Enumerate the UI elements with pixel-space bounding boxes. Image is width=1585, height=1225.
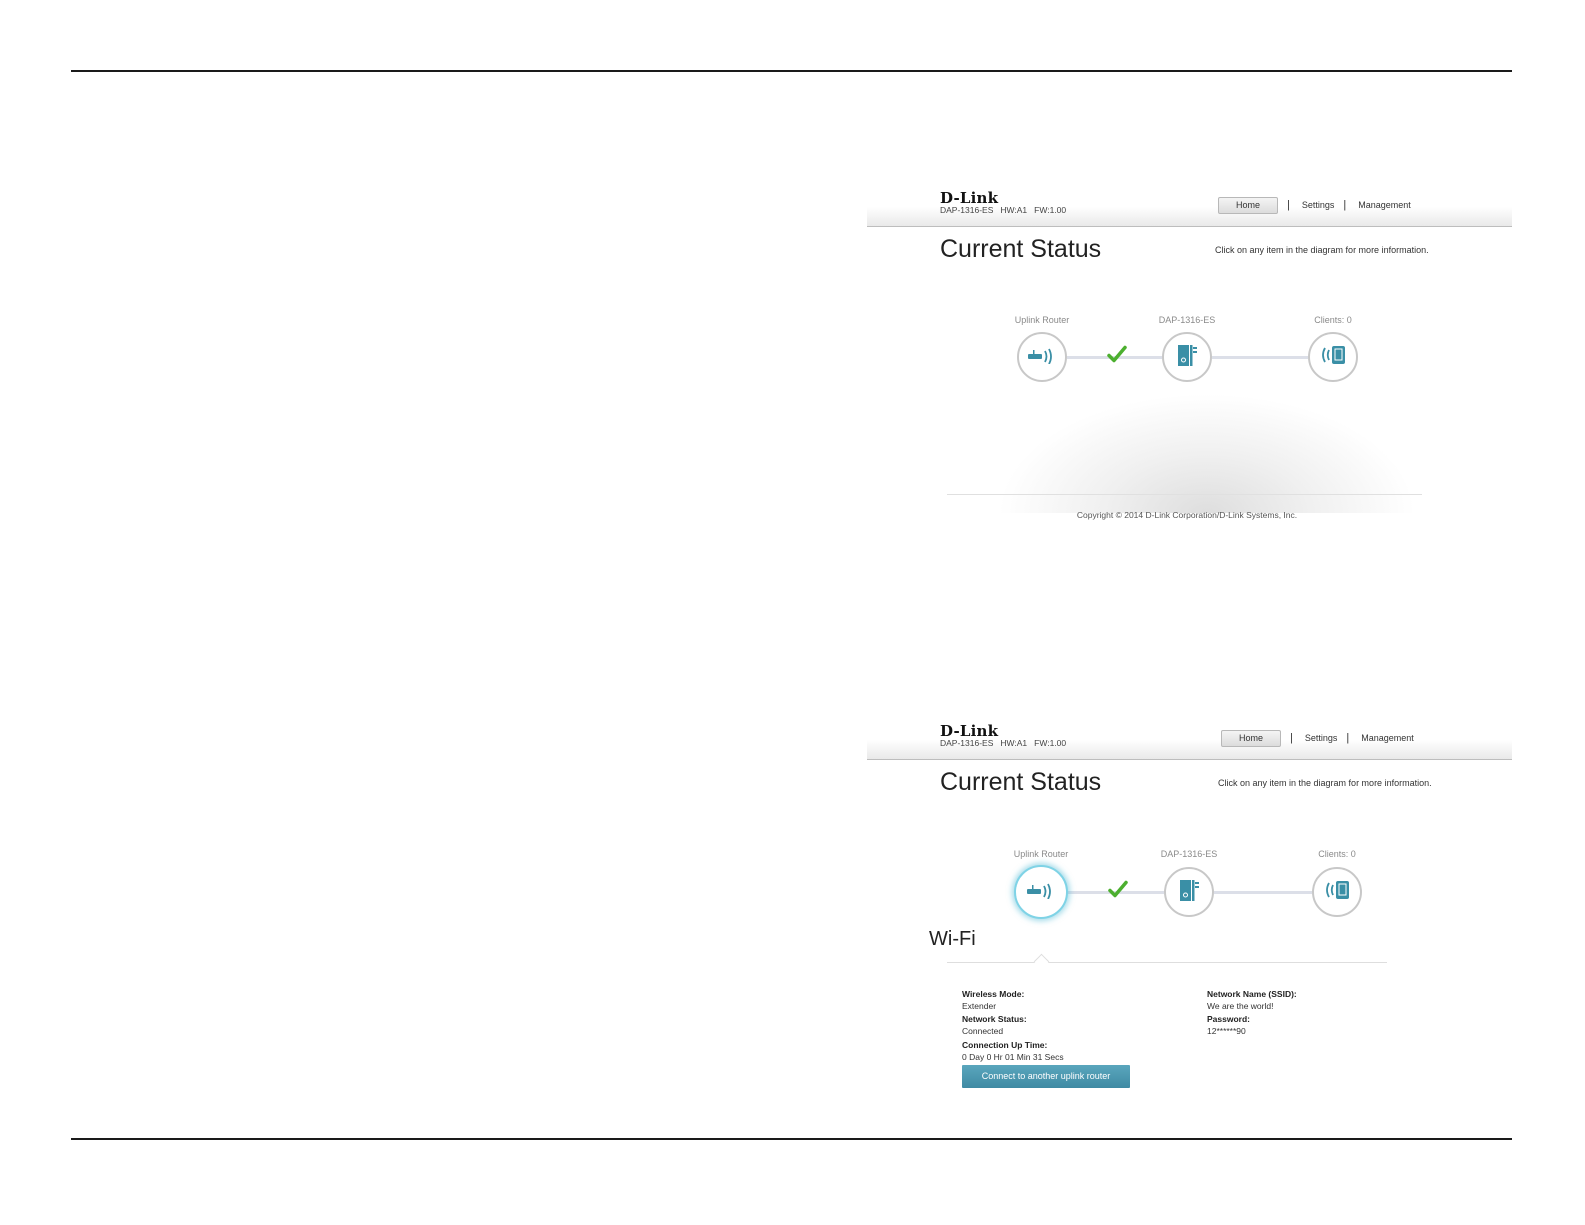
clients-label: Clients: 0	[1318, 849, 1356, 859]
nav-home-button[interactable]: Home	[1218, 197, 1278, 214]
ssid-label: Network Name (SSID):	[1207, 989, 1297, 999]
extender-node[interactable]	[1164, 867, 1214, 917]
connect-uplink-router-button[interactable]: Connect to another uplink router	[962, 1065, 1130, 1088]
password-field: Password: 12******90	[1207, 1013, 1250, 1037]
uplink-router-node[interactable]	[1017, 332, 1067, 382]
nav-separator: |	[1343, 199, 1347, 211]
header-bar: D-Link DAP-1316-ES HW:A1 FW:1.00 Home | Sett…	[867, 716, 1512, 760]
status-screenshot-wifi: D-Link DAP-1316-ES HW:A1 FW:1.00 Home | Sett…	[867, 716, 1512, 1106]
page-title: Current Status	[940, 235, 1102, 263]
wifi-panel-title: Wi-Fi	[929, 928, 976, 950]
device-info: DAP-1316-ES HW:A1 FW:1.00	[940, 738, 1073, 748]
fw-version: FW:1.00	[1034, 738, 1067, 748]
uptime-value: 0 Day 0 Hr 01 Min 31 Secs	[962, 1052, 1064, 1062]
clients-node[interactable]	[1308, 332, 1358, 382]
extender-icon	[1176, 342, 1198, 373]
top-nav: Home | Settings | Management	[1218, 197, 1411, 214]
page-bottom-rule	[71, 1138, 1512, 1140]
wireless-mode-field: Wireless Mode: Extender	[962, 988, 1024, 1012]
device-label: DAP-1316-ES	[1160, 849, 1218, 859]
page-title: Current Status	[940, 768, 1102, 796]
nav-separator: |	[1346, 732, 1350, 744]
uplink-router-node[interactable]	[1014, 865, 1068, 919]
extender-icon	[1178, 877, 1200, 908]
model-name: DAP-1316-ES	[940, 205, 994, 215]
router-icon	[1026, 881, 1056, 904]
ssid-field: Network Name (SSID): We are the world!	[1207, 988, 1297, 1012]
diagram-glow	[997, 393, 1417, 513]
hw-version: HW:A1	[1000, 738, 1028, 748]
check-icon	[1108, 880, 1128, 904]
clients-label: Clients: 0	[1314, 315, 1352, 325]
header-bar: D-Link DAP-1316-ES HW:A1 FW:1.00 Home | Sett…	[867, 183, 1512, 227]
diagram-hint: Click on any item in the diagram for mor…	[1218, 778, 1432, 788]
page-top-rule	[71, 70, 1512, 72]
wireless-mode-label: Wireless Mode:	[962, 989, 1025, 999]
nav-home-button[interactable]: Home	[1221, 730, 1281, 747]
wireless-client-icon	[1323, 879, 1351, 906]
network-status-label: Network Status:	[962, 1014, 1027, 1024]
nav-management-link[interactable]: Management	[1358, 200, 1411, 210]
clients-node[interactable]	[1312, 867, 1362, 917]
check-icon	[1107, 345, 1127, 369]
uptime-label: Connection Up Time:	[962, 1040, 1048, 1050]
nav-management-link[interactable]: Management	[1361, 733, 1414, 743]
hw-version: HW:A1	[1000, 205, 1028, 215]
extender-node[interactable]	[1162, 332, 1212, 382]
nav-separator: |	[1290, 732, 1293, 744]
diagram-hint: Click on any item in the diagram for mor…	[1215, 245, 1429, 255]
nav-settings-link[interactable]: Settings	[1305, 733, 1338, 743]
ssid-value: We are the world!	[1207, 1001, 1274, 1011]
model-name: DAP-1316-ES	[940, 738, 994, 748]
footer-divider	[947, 494, 1422, 495]
wifi-panel-divider	[947, 962, 1387, 963]
wireless-client-icon	[1319, 344, 1347, 371]
password-value: 12******90	[1207, 1026, 1246, 1036]
copyright-text: Copyright © 2014 D-Link Corporation/D-Li…	[1076, 510, 1298, 520]
router-icon	[1027, 346, 1057, 369]
client-connection-line	[1214, 891, 1312, 894]
nav-separator: |	[1287, 199, 1290, 211]
nav-settings-link[interactable]: Settings	[1302, 200, 1335, 210]
password-label: Password:	[1207, 1014, 1250, 1024]
uplink-router-label: Uplink Router	[1014, 315, 1070, 325]
uplink-router-label: Uplink Router	[1013, 849, 1069, 859]
status-screenshot-home: D-Link DAP-1316-ES HW:A1 FW:1.00 Home | Sett…	[867, 183, 1512, 528]
network-status-value: Connected	[962, 1026, 1004, 1036]
wireless-mode-value: Extender	[962, 1001, 997, 1011]
uptime-field: Connection Up Time: 0 Day 0 Hr 01 Min 31…	[962, 1039, 1064, 1063]
wifi-panel-pointer	[1033, 953, 1050, 970]
device-info: DAP-1316-ES HW:A1 FW:1.00	[940, 205, 1073, 215]
device-label: DAP-1316-ES	[1158, 315, 1216, 325]
top-nav: Home | Settings | Management	[1221, 730, 1414, 747]
network-status-field: Network Status: Connected	[962, 1013, 1027, 1037]
client-connection-line	[1212, 356, 1308, 359]
fw-version: FW:1.00	[1034, 205, 1067, 215]
